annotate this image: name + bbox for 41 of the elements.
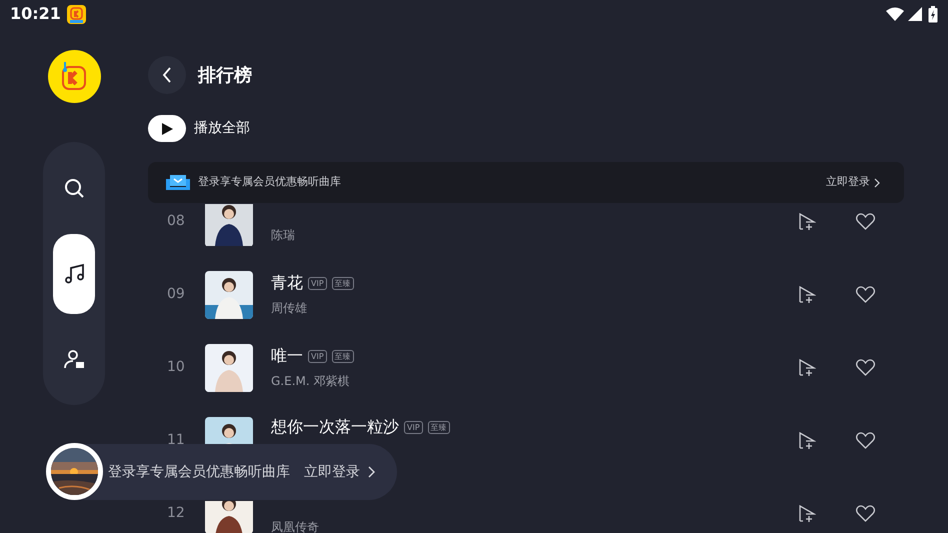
sofa-icon: [166, 174, 190, 192]
song-title[interactable]: 青花: [271, 272, 303, 294]
play-all-label[interactable]: 播放全部: [194, 118, 250, 139]
page-title: 排行榜: [198, 64, 252, 88]
song-tag: VIP: [404, 420, 423, 434]
artist-name[interactable]: G.E.M. 邓紫棋: [271, 372, 795, 390]
banner-text: 登录享专属会员优惠畅听曲库: [198, 174, 342, 190]
music-note-icon: [64, 263, 84, 284]
rank-number: 10: [167, 358, 186, 377]
play-icon: [162, 122, 172, 134]
battery-icon: [928, 6, 938, 22]
chevron-right-icon: [874, 178, 880, 188]
wifi-icon: [886, 7, 904, 21]
back-icon: [162, 67, 172, 83]
back-button[interactable]: [148, 56, 186, 94]
user-icon: [64, 348, 84, 370]
rank-number: 12: [167, 504, 186, 523]
artist-name[interactable]: 陈瑞: [271, 226, 795, 244]
chevron-right-icon: [368, 466, 375, 478]
signal-icon: [908, 7, 922, 21]
rank-number: 09: [167, 285, 186, 304]
song-tag: 至臻: [332, 350, 354, 362]
app-icon[interactable]: [66, 4, 86, 24]
song-tag: VIP: [308, 350, 327, 362]
song-tag: VIP: [308, 276, 327, 290]
artist-name[interactable]: 凤凰传奇: [271, 518, 795, 533]
search-icon: [64, 178, 84, 198]
artist-name[interactable]: 周传雄: [271, 299, 795, 317]
song-title[interactable]: 唯一: [271, 345, 303, 367]
login-link[interactable]: 立即登录: [304, 462, 375, 482]
album-cover[interactable]: [46, 443, 103, 500]
rank-number: 11: [167, 431, 186, 450]
nav-button[interactable]: [53, 234, 95, 314]
mini-player-text: 登录享专属会员优惠畅听曲库: [108, 462, 290, 482]
play-all-button[interactable]: [148, 115, 186, 142]
login-link[interactable]: 立即登录: [826, 174, 880, 191]
song-tag: 至臻: [332, 276, 354, 290]
status-time: 10:21: [10, 3, 61, 25]
rank-number: 08: [167, 212, 186, 231]
song-tag: 至臻: [428, 420, 450, 434]
song-title[interactable]: 想你一次落一粒沙: [271, 416, 399, 438]
